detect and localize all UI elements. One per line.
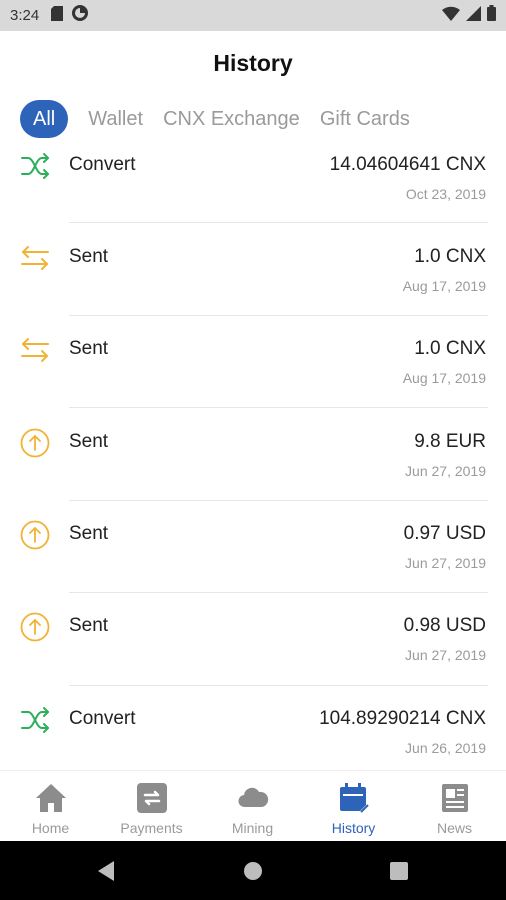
transaction-amount: 0.97 USD — [403, 523, 486, 544]
transaction-amount: 14.04604641 CNX — [329, 154, 486, 175]
row-divider — [69, 315, 488, 316]
recents-icon[interactable] — [390, 862, 408, 885]
transaction-type: Sent — [69, 615, 109, 636]
sd-card-icon — [51, 5, 64, 26]
transaction-date: Jun 27, 2019 — [405, 647, 486, 663]
transaction-amount: 1.0 CNX — [414, 246, 486, 267]
status-bar: 3:24 — [0, 0, 506, 31]
nav-label: News — [436, 820, 472, 836]
transaction-row[interactable]: Sent 0.98 USD Jun 27, 2019 — [0, 601, 506, 693]
arrow-up-circle-icon — [20, 520, 50, 550]
back-icon[interactable] — [96, 860, 116, 887]
cloud-icon — [237, 783, 269, 818]
transaction-type: Sent — [69, 246, 109, 267]
nav-label: History — [331, 820, 376, 836]
payments-icon — [136, 783, 167, 818]
bottom-navigation: Home Payments Mining History News — [0, 770, 506, 842]
arrow-up-circle-icon — [20, 428, 50, 458]
transaction-date: Jun 27, 2019 — [405, 555, 486, 571]
news-icon — [440, 783, 470, 818]
tab-all[interactable]: All — [20, 100, 69, 138]
transaction-row[interactable]: Sent 1.0 CNX Aug 17, 2019 — [0, 232, 506, 324]
wifi-icon — [442, 6, 460, 26]
nav-history[interactable]: History — [303, 771, 404, 842]
tab-wallet[interactable]: Wallet — [88, 100, 143, 138]
convert-icon — [20, 705, 50, 735]
tab-cnx-exchange[interactable]: CNX Exchange — [163, 100, 300, 138]
convert-icon — [20, 151, 50, 181]
row-divider — [69, 407, 488, 408]
transaction-type: Convert — [69, 154, 136, 175]
transaction-row[interactable]: Sent 9.8 EUR Jun 27, 2019 — [0, 417, 506, 509]
transaction-date: Aug 17, 2019 — [402, 278, 486, 294]
page-title: History — [213, 50, 293, 76]
nav-payments[interactable]: Payments — [101, 771, 202, 842]
battery-icon — [487, 5, 496, 26]
row-divider — [69, 685, 488, 686]
transaction-row[interactable]: Convert 104.89290214 CNX Jun 26, 2019 — [0, 694, 506, 770]
system-navigation-bar — [0, 841, 506, 900]
transaction-row[interactable]: Sent 1.0 CNX Aug 17, 2019 — [0, 324, 506, 416]
transaction-type: Sent — [69, 338, 109, 359]
transaction-amount: 0.98 USD — [403, 615, 486, 636]
tab-gift-cards[interactable]: Gift Cards — [320, 100, 410, 138]
transaction-date: Jun 26, 2019 — [405, 740, 486, 756]
home-icon — [35, 783, 67, 818]
transaction-amount: 1.0 CNX — [414, 338, 486, 359]
transaction-type: Sent — [69, 431, 109, 452]
home-button-icon[interactable] — [243, 861, 263, 886]
nav-label: Home — [31, 820, 70, 836]
transaction-row[interactable]: Sent 0.97 USD Jun 27, 2019 — [0, 509, 506, 601]
nav-mining[interactable]: Mining — [202, 771, 303, 842]
transaction-list: Convert 14.04604641 CNX Oct 23, 2019 Sen… — [0, 140, 506, 770]
app-notification-icon — [71, 4, 89, 27]
row-divider — [69, 592, 488, 593]
row-divider — [69, 500, 488, 501]
transaction-date: Jun 27, 2019 — [405, 463, 486, 479]
signal-icon — [466, 5, 481, 26]
transaction-amount: 104.89290214 CNX — [319, 708, 486, 729]
transaction-type: Convert — [69, 708, 136, 729]
nav-label: Payments — [120, 820, 183, 836]
transaction-row[interactable]: Convert 14.04604641 CNX Oct 23, 2019 — [0, 140, 506, 232]
row-divider — [69, 222, 488, 223]
filter-tabs: All Wallet CNX Exchange Gift Cards — [20, 100, 430, 138]
transaction-amount: 9.8 EUR — [414, 431, 486, 452]
calendar-icon — [339, 783, 369, 818]
status-time: 3:24 — [10, 7, 40, 24]
nav-label: Mining — [231, 820, 274, 836]
transaction-date: Oct 23, 2019 — [405, 186, 486, 202]
transaction-type: Sent — [69, 523, 109, 544]
transfer-arrows-icon — [20, 335, 50, 365]
nav-news[interactable]: News — [404, 771, 505, 842]
arrow-up-circle-icon — [20, 612, 50, 642]
nav-home[interactable]: Home — [0, 771, 101, 842]
transfer-arrows-icon — [20, 243, 50, 273]
transaction-date: Aug 17, 2019 — [402, 370, 486, 386]
